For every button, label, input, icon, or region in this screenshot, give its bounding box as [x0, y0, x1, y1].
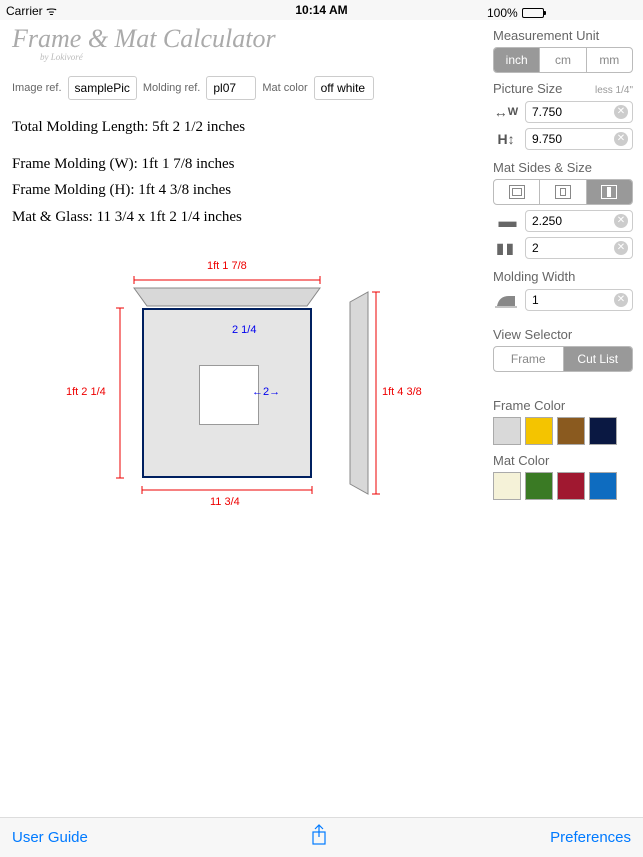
mat-color-2[interactable]	[557, 472, 585, 500]
molding-icon	[493, 290, 519, 310]
unit-cm[interactable]: cm	[540, 48, 586, 72]
molding-width-label: Molding Width	[493, 269, 633, 284]
refs-row: Image ref. samplePic Molding ref. pl07 M…	[12, 76, 481, 100]
mat-color-0[interactable]	[493, 472, 521, 500]
carrier-label: Carrier ᯤ	[6, 2, 57, 19]
clear-icon[interactable]: ✕	[614, 214, 628, 228]
mat-horiz-icon: ▬	[493, 211, 519, 231]
image-ref-label: Image ref.	[12, 82, 62, 94]
view-label: View Selector	[493, 327, 633, 342]
picsize-label: Picture Size	[493, 81, 562, 96]
dim-bottom: 11 3/4	[210, 496, 240, 508]
results-block: Total Molding Length: 5ft 2 1/2 inches F…	[12, 116, 481, 228]
app-title: Frame & Mat Calculator	[12, 26, 481, 52]
battery-pct: 100%	[487, 6, 518, 20]
clear-icon[interactable]: ✕	[614, 241, 628, 255]
frame-color-1[interactable]	[525, 417, 553, 445]
clear-icon[interactable]: ✕	[614, 132, 628, 146]
frame-color-0[interactable]	[493, 417, 521, 445]
user-guide-link[interactable]: User Guide	[12, 829, 88, 846]
view-cutlist[interactable]: Cut List	[564, 347, 633, 371]
frame-diagram: 1ft 1 7/8 1ft 2 1/4 1ft 4 3/8 11 3/4 2 1…	[72, 258, 432, 518]
frame-color-2[interactable]	[557, 417, 585, 445]
mat-horiz-input[interactable]: 2.250✕	[525, 210, 633, 232]
mat-style-segmented[interactable]	[493, 179, 633, 205]
result-total: Total Molding Length: 5ft 2 1/2 inches	[12, 116, 481, 139]
molding-ref-label: Molding ref.	[143, 82, 200, 94]
picture-rect	[199, 365, 259, 425]
mat-rect	[142, 308, 312, 478]
clear-icon[interactable]: ✕	[614, 105, 628, 119]
mat-colors	[493, 472, 633, 500]
share-icon[interactable]	[310, 824, 328, 851]
height-input[interactable]: 9.750✕	[525, 128, 633, 150]
framecolor-label: Frame Color	[493, 398, 633, 413]
mat-vert-input[interactable]: 2✕	[525, 237, 633, 259]
result-frame-w: Frame Molding (W): 1ft 1 7/8 inches	[12, 153, 481, 176]
mat-style-0[interactable]	[494, 180, 540, 204]
mat-style-2[interactable]	[587, 180, 632, 204]
molding-width-input[interactable]: 1✕	[525, 289, 633, 311]
width-icon: ↔W	[493, 102, 519, 122]
status-right: 100%	[487, 0, 637, 20]
view-frame[interactable]: Frame	[494, 347, 564, 371]
mat-color-3[interactable]	[589, 472, 617, 500]
matcolor-input[interactable]: off white	[314, 76, 374, 100]
molding-ref-input[interactable]: pl07	[206, 76, 256, 100]
result-frame-h: Frame Molding (H): 1ft 4 3/8 inches	[12, 179, 481, 202]
unit-label: Measurement Unit	[493, 28, 633, 43]
app-subtitle: by Lokivoré	[40, 52, 481, 62]
frame-colors	[493, 417, 633, 445]
unit-inch[interactable]: inch	[494, 48, 540, 72]
preferences-link[interactable]: Preferences	[550, 829, 631, 846]
mat-color-1[interactable]	[525, 472, 553, 500]
mat-style-1[interactable]	[540, 180, 586, 204]
matcolor-label: Mat color	[262, 82, 307, 94]
mat-vert-icon: ▮▮	[493, 238, 519, 258]
dim-left: 1ft 2 1/4	[66, 386, 106, 398]
battery-icon	[522, 8, 544, 18]
bottom-toolbar: User Guide Preferences	[0, 817, 643, 857]
status-bar: Carrier ᯤ 10:14 AM 100%	[0, 0, 643, 20]
dim-mat-top: 2 1/4	[232, 324, 256, 336]
status-time: 10:14 AM	[295, 3, 347, 17]
height-icon: H↕	[493, 129, 519, 149]
width-input[interactable]: 7.750✕	[525, 101, 633, 123]
mat-label: Mat Sides & Size	[493, 160, 633, 175]
unit-segmented[interactable]: inch cm mm	[493, 47, 633, 73]
image-ref-input[interactable]: samplePic	[68, 76, 137, 100]
unit-mm[interactable]: mm	[587, 48, 632, 72]
matcolor-swatch-label: Mat Color	[493, 453, 633, 468]
frame-color-3[interactable]	[589, 417, 617, 445]
dim-top: 1ft 1 7/8	[207, 260, 247, 272]
clear-icon[interactable]: ✕	[614, 293, 628, 307]
picsize-sub: less 1/4"	[595, 85, 633, 96]
dim-right: 1ft 4 3/8	[382, 386, 422, 398]
result-matglass: Mat & Glass: 11 3/4 x 1ft 2 1/4 inches	[12, 206, 481, 229]
view-segmented[interactable]: Frame Cut List	[493, 346, 633, 372]
dim-mat-side: ←2→	[252, 386, 280, 398]
